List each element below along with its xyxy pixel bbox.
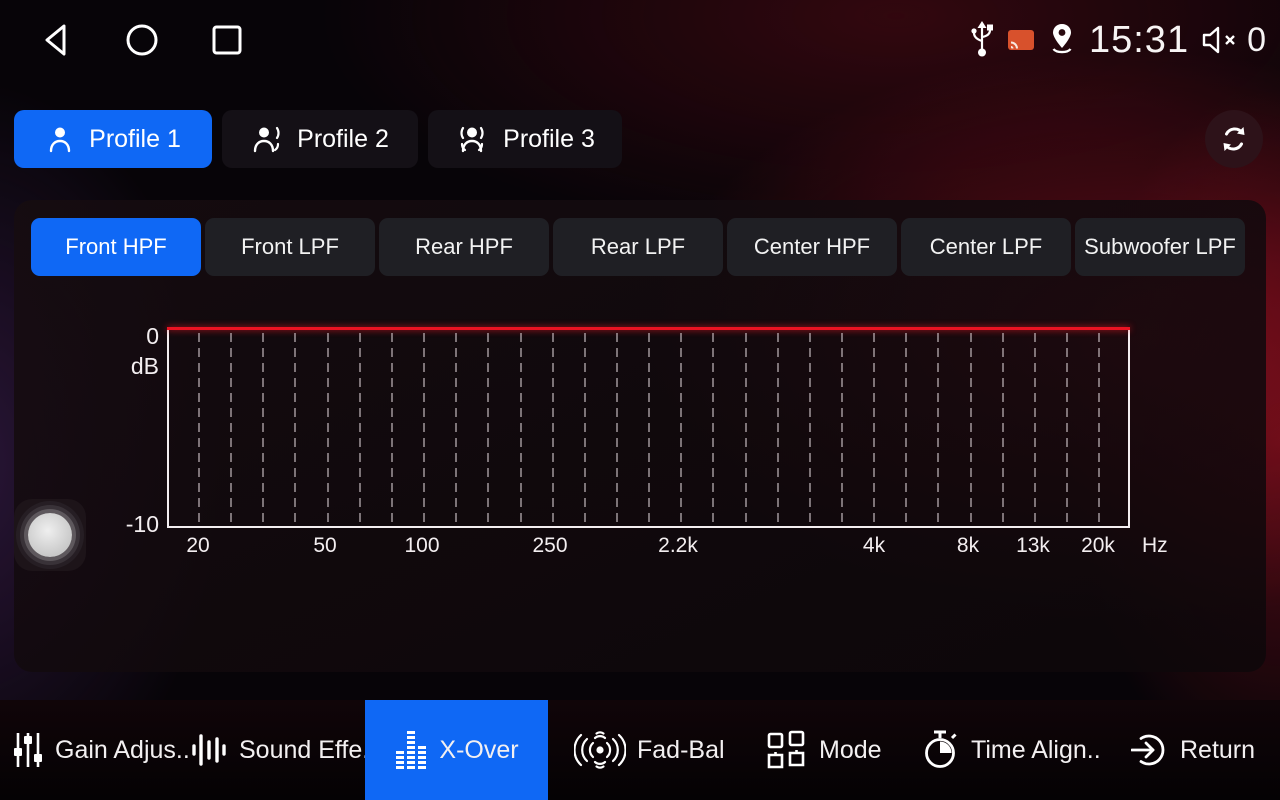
- x-axis-unit-hz: Hz: [1142, 534, 1168, 558]
- tab-center-hpf[interactable]: Center HPF: [727, 218, 897, 276]
- gridline: [680, 333, 682, 522]
- nav-fad-bal[interactable]: Fad-Bal: [574, 700, 725, 800]
- tab-rear-hpf[interactable]: Rear HPF: [379, 218, 549, 276]
- xover-eq-icon: [394, 729, 428, 771]
- gridline: [294, 333, 296, 522]
- x-tick-label: 8k: [957, 534, 979, 558]
- gridline: [1034, 333, 1036, 522]
- android-home-button[interactable]: [124, 22, 160, 58]
- plot-area: 0 dB -10 20501002502.2k4k8k13k20k Hz: [167, 327, 1130, 528]
- nav-time-align[interactable]: Time Align..: [922, 700, 1101, 800]
- nav-label: Gain Adjus..: [55, 736, 190, 765]
- volume-muted-icon: [1201, 23, 1241, 57]
- gridline: [1066, 333, 1068, 522]
- knob-ball: [28, 513, 72, 557]
- response-curve: [167, 327, 1130, 330]
- nav-label: Return: [1180, 736, 1255, 765]
- profile-label: Profile 1: [89, 125, 181, 154]
- gridline: [584, 333, 586, 522]
- gridline: [616, 333, 618, 522]
- gridline: [262, 333, 264, 522]
- nav-label: X-Over: [439, 736, 518, 765]
- nav-label: Time Align..: [971, 736, 1101, 765]
- usb-icon: [969, 21, 995, 59]
- x-tick-label: 2.2k: [658, 534, 698, 558]
- tab-front-lpf[interactable]: Front LPF: [205, 218, 375, 276]
- nav-mode[interactable]: Mode: [766, 700, 882, 800]
- time-align-icon: [922, 729, 960, 771]
- nav-sound-effect[interactable]: Sound Effe..: [190, 700, 376, 800]
- gridline: [712, 333, 714, 522]
- nav-label: Fad-Bal: [637, 736, 725, 765]
- tab-front-hpf[interactable]: Front HPF: [31, 218, 201, 276]
- x-tick-label: 20: [186, 534, 209, 558]
- gridline: [327, 333, 329, 522]
- android-recents-button[interactable]: [210, 22, 244, 58]
- gridline: [423, 333, 425, 522]
- tab-subwoofer-lpf[interactable]: Subwoofer LPF: [1075, 218, 1245, 276]
- y-axis-label-0: 0: [146, 323, 159, 350]
- gridline: [487, 333, 489, 522]
- gridline: [777, 333, 779, 522]
- tab-profile-3[interactable]: Profile 3: [428, 110, 622, 168]
- gridline: [455, 333, 457, 522]
- xover-panel: Front HPF Front LPF Rear HPF Rear LPF Ce…: [14, 200, 1266, 672]
- gridline: [905, 333, 907, 522]
- x-tick-label: 100: [404, 534, 439, 558]
- fader-balance-icon: [574, 729, 626, 771]
- gridline: [809, 333, 811, 522]
- gridline: [359, 333, 361, 522]
- person-icon: [45, 124, 75, 154]
- gridline: [230, 333, 232, 522]
- gridline: [1098, 333, 1100, 522]
- gridline: [937, 333, 939, 522]
- bottom-nav: Gain Adjus.. Sound Effe..: [0, 700, 1280, 800]
- nav-gain-adjust[interactable]: Gain Adjus..: [12, 700, 190, 800]
- gridline: [520, 333, 522, 522]
- nav-xover[interactable]: X-Over: [365, 700, 548, 800]
- refresh-button[interactable]: [1205, 110, 1263, 168]
- nav-label: Mode: [819, 736, 882, 765]
- status-bar: 15:31 0: [0, 0, 1280, 80]
- x-axis-ticks: 20 50 100 250 2.2k 4k 8k 13k 20k: [169, 526, 1128, 556]
- profile-label: Profile 2: [297, 125, 389, 154]
- mode-grid-icon: [766, 729, 808, 771]
- return-icon: [1131, 731, 1169, 769]
- gridline: [745, 333, 747, 522]
- gridline: [198, 333, 200, 522]
- person-waves-icon: [455, 124, 489, 154]
- refresh-icon: [1218, 123, 1250, 155]
- clock: 15:31: [1089, 19, 1189, 62]
- y-axis-label-min10: -10: [126, 511, 159, 538]
- gain-sliders-icon: [12, 730, 44, 770]
- gridline: [648, 333, 650, 522]
- x-tick-label: 13k: [1016, 534, 1050, 558]
- profile-label: Profile 3: [503, 125, 595, 154]
- x-tick-label: 20k: [1081, 534, 1115, 558]
- nav-return[interactable]: Return: [1131, 700, 1255, 800]
- gridline: [1002, 333, 1004, 522]
- gridline: [873, 333, 875, 522]
- gridline: [841, 333, 843, 522]
- floating-volume-knob[interactable]: [14, 499, 86, 571]
- y-axis-unit-db: dB: [131, 353, 159, 380]
- android-back-button[interactable]: [40, 22, 74, 58]
- volume-value: 0: [1247, 21, 1266, 60]
- sound-effect-icon: [190, 730, 228, 770]
- tab-profile-2[interactable]: Profile 2: [222, 110, 418, 168]
- person-wave-icon: [251, 124, 283, 154]
- gridline: [552, 333, 554, 522]
- location-icon: [1047, 22, 1077, 58]
- cast-icon: [1007, 28, 1035, 52]
- x-tick-label: 4k: [863, 534, 885, 558]
- tab-profile-1[interactable]: Profile 1: [14, 110, 212, 168]
- tab-rear-lpf[interactable]: Rear LPF: [553, 218, 723, 276]
- gridline: [970, 333, 972, 522]
- x-tick-label: 50: [313, 534, 336, 558]
- x-tick-label: 250: [532, 534, 567, 558]
- gridline: [391, 333, 393, 522]
- tab-center-lpf[interactable]: Center LPF: [901, 218, 1071, 276]
- nav-label: Sound Effe..: [239, 736, 376, 765]
